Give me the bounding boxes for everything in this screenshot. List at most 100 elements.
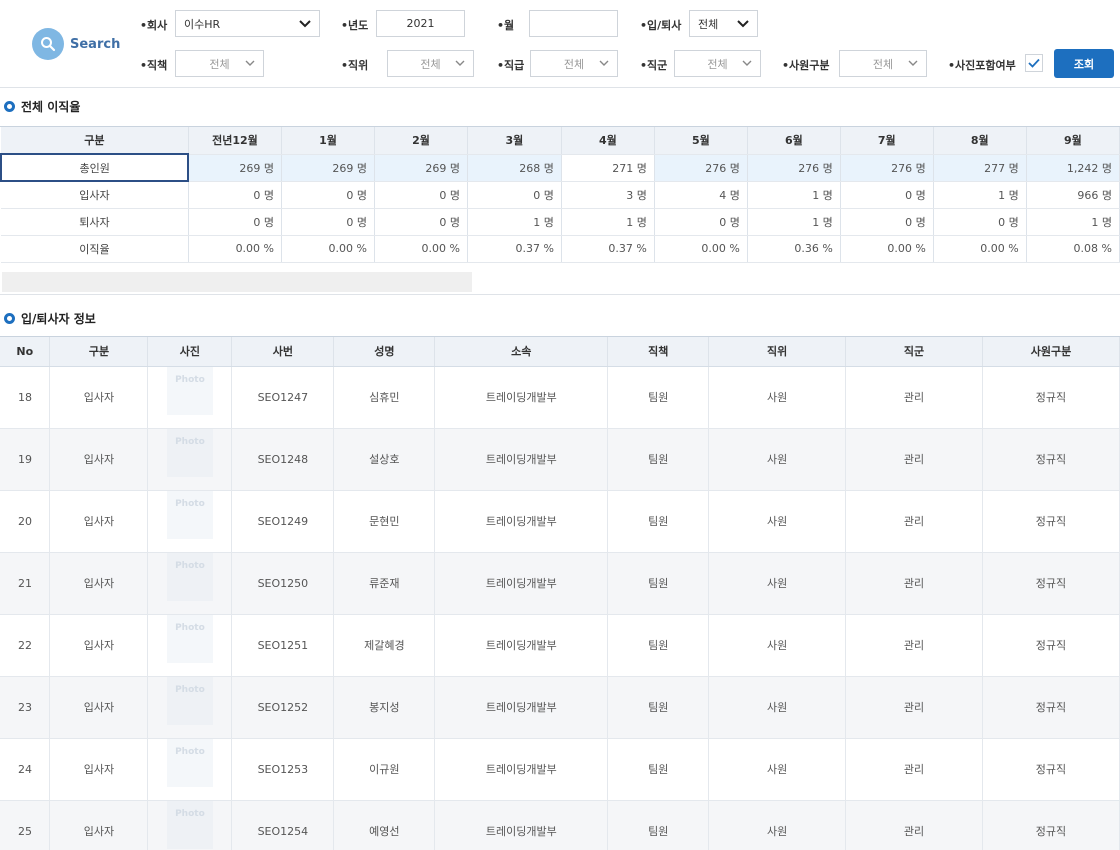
rate-cell[interactable]: 4 명 [654,181,748,209]
rate-row[interactable]: 이직율 0.00 % 0.00 % 0.00 % 0.37 % 0.37 % 0.00 % 0… [1,235,1120,263]
row-emp-type[interactable]: 정규직 [982,614,1120,677]
rate-row[interactable]: 퇴사자 0 명0 명0 명1 명1 명0 명1 명0 명0 명1 명 [1,208,1120,236]
row-group[interactable]: 관리 [845,614,983,677]
rate-row[interactable]: 총인원 269 명 269 명 269 명 268 명 271 명 276 명 276 명 27… [0,153,1120,182]
row-position[interactable]: 사원 [708,552,847,615]
row-dept[interactable]: 트레이딩개발부 [434,552,609,615]
row-name[interactable]: 문현민 [333,490,436,553]
emptype-select[interactable]: 전체 [839,50,927,77]
row-position[interactable]: 사원 [708,676,847,739]
row-photo[interactable]: Photo [147,800,233,850]
row-emp-no[interactable]: SEO1248 [231,428,335,491]
rate-cell[interactable]: 0 명 [188,208,283,236]
rate-col-header[interactable]: 6월 [747,127,841,155]
rate-cell[interactable]: 1 명 [747,208,841,236]
row-emp-no[interactable]: SEO1254 [231,800,335,850]
row-emp-no[interactable]: SEO1253 [231,738,335,801]
rate-row-label[interactable]: 이직율 [1,235,189,263]
rate-cell[interactable]: 0 명 [281,181,375,209]
table-row[interactable]: 24 입사자 Photo SEO1253 이규원 트레이딩개발부 팀원 사원 관리 정규직 [0,738,1120,801]
row-name[interactable]: 예영선 [333,800,436,850]
row-photo[interactable]: Photo [147,552,233,615]
row-group[interactable]: 관리 [845,676,983,739]
row-emp-no[interactable]: SEO1249 [231,490,335,553]
row-type[interactable]: 입사자 [49,366,149,429]
member-col-header[interactable]: 성명 [333,337,436,367]
member-col-header[interactable]: 구분 [49,337,149,367]
rate-cell[interactable]: 0.00 % [281,235,375,263]
row-emp-type[interactable]: 정규직 [982,490,1120,553]
rate-row[interactable]: 입사자 0 명0 명0 명0 명3 명4 명1 명0 명1 명 966 명 [1,181,1120,209]
table-row[interactable]: 19 입사자 Photo SEO1248 설상호 트레이딩개발부 팀원 사원 관리 정규직 [0,428,1120,491]
row-name[interactable]: 류준재 [333,552,436,615]
table-row[interactable]: 18 입사자 Photo SEO1247 심휴민 트레이딩개발부 팀원 사원 관리 정규직 [0,366,1120,429]
row-photo[interactable]: Photo [147,490,233,553]
rate-cell[interactable]: 1 명 [561,208,655,236]
row-photo[interactable]: Photo [147,614,233,677]
rate-row-label[interactable]: 퇴사자 [1,208,189,236]
rate-cell[interactable]: 0 명 [281,208,375,236]
member-col-header[interactable]: 사원구분 [982,337,1120,367]
rate-col-header[interactable]: 9월 [1026,127,1120,155]
row-emp-type[interactable]: 정규직 [982,552,1120,615]
table-row[interactable]: 25 입사자 Photo SEO1254 예영선 트레이딩개발부 팀원 사원 관리 정규직 [0,800,1120,850]
row-position[interactable]: 사원 [708,614,847,677]
row-photo[interactable]: Photo [147,738,233,801]
jobgroup-select[interactable]: 전체 [674,50,761,77]
rate-cell[interactable]: 0 명 [374,181,468,209]
rate-col-header[interactable]: 2월 [374,127,468,155]
table-row[interactable]: 20 입사자 Photo SEO1249 문현민 트레이딩개발부 팀원 사원 관리 정규직 [0,490,1120,553]
row-duty[interactable]: 팀원 [607,614,710,677]
inout-select[interactable]: 전체 [689,10,758,37]
row-emp-type[interactable]: 정규직 [982,738,1120,801]
row-type[interactable]: 입사자 [49,490,149,553]
row-position[interactable]: 사원 [708,428,847,491]
row-type[interactable]: 입사자 [49,552,149,615]
row-type[interactable]: 입사자 [49,738,149,801]
rate-cell[interactable]: 268 명 [467,154,562,182]
row-type[interactable]: 입사자 [49,428,149,491]
row-group[interactable]: 관리 [845,490,983,553]
rate-cell[interactable]: 1 명 [1026,208,1120,236]
rate-cell[interactable]: 269 명 [281,154,375,182]
rate-cell[interactable]: 966 명 [1026,181,1120,209]
rate-cell[interactable]: 0 명 [467,181,562,209]
row-name[interactable]: 설상호 [333,428,436,491]
row-dept[interactable]: 트레이딩개발부 [434,800,609,850]
rate-cell[interactable]: 1,242 명 [1026,154,1120,182]
rate-cell[interactable]: 1 명 [467,208,562,236]
row-dept[interactable]: 트레이딩개발부 [434,428,609,491]
row-duty[interactable]: 팀원 [607,490,710,553]
row-duty[interactable]: 팀원 [607,366,710,429]
row-duty[interactable]: 팀원 [607,552,710,615]
rate-cell[interactable]: 0 명 [654,208,748,236]
rate-col-header[interactable]: 8월 [933,127,1027,155]
member-col-header[interactable]: 사번 [231,337,335,367]
rate-cell[interactable]: 0 명 [840,181,934,209]
row-emp-no[interactable]: SEO1247 [231,366,335,429]
rate-cell[interactable]: 0.00 % [188,235,283,263]
month-input[interactable] [529,10,618,37]
rate-col-header[interactable]: 3월 [467,127,562,155]
row-type[interactable]: 입사자 [49,614,149,677]
member-col-header[interactable]: No [0,337,51,367]
row-position[interactable]: 사원 [708,366,847,429]
member-col-header[interactable]: 소속 [434,337,609,367]
rate-col-header[interactable]: 7월 [840,127,934,155]
row-position[interactable]: 사원 [708,738,847,801]
row-photo[interactable]: Photo [147,428,233,491]
row-no[interactable]: 25 [0,800,51,850]
table-row[interactable]: 23 입사자 Photo SEO1252 봉지성 트레이딩개발부 팀원 사원 관리 정규직 [0,676,1120,739]
row-duty[interactable]: 팀원 [607,738,710,801]
row-emp-type[interactable]: 정규직 [982,800,1120,850]
rate-cell[interactable]: 276 명 [654,154,748,182]
row-position[interactable]: 사원 [708,490,847,553]
rate-cell[interactable]: 269 명 [374,154,468,182]
rate-col-header[interactable]: 5월 [654,127,748,155]
rate-cell[interactable]: 276 명 [747,154,841,182]
rate-cell[interactable]: 3 명 [561,181,655,209]
row-no[interactable]: 18 [0,366,51,429]
rate-cell[interactable]: 1 명 [933,181,1027,209]
position-select[interactable]: 전체 [387,50,474,77]
rate-cell[interactable]: 0 명 [933,208,1027,236]
